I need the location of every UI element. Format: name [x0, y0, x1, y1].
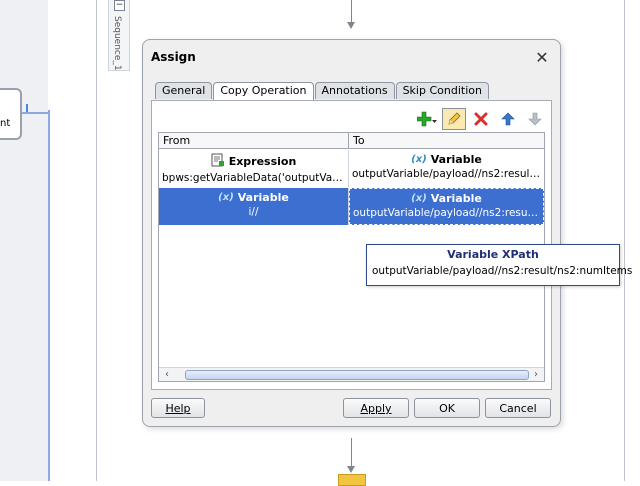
- flow-line-top: [351, 0, 352, 22]
- to-kind-label: Variable: [430, 153, 482, 166]
- move-up-icon[interactable]: [496, 108, 520, 130]
- variable-icon: (x): [218, 192, 234, 203]
- horizontal-scrollbar[interactable]: ‹ ›: [159, 367, 544, 381]
- scope-border-right: [624, 0, 625, 481]
- scope-border-left: [96, 0, 97, 481]
- next-activity-node[interactable]: [338, 474, 366, 486]
- apply-button[interactable]: Apply: [343, 398, 409, 418]
- table-row[interactable]: Expression bpws:getVariableData('outputV…: [159, 150, 544, 187]
- assign-dialog: Assign ✕ General Copy Operation Annotati…: [142, 39, 561, 427]
- column-header-to[interactable]: To: [349, 133, 544, 149]
- connector-line-vertical: [48, 110, 50, 481]
- from-cell[interactable]: Expression bpws:getVariableData('outputV…: [159, 150, 349, 187]
- tab-annotations[interactable]: Annotations: [314, 82, 395, 99]
- from-kind-label: Expression: [228, 155, 297, 168]
- from-cell[interactable]: (x) Variable i//: [159, 188, 349, 225]
- edit-icon[interactable]: [442, 108, 466, 130]
- connector-line-horizontal: [20, 112, 48, 114]
- from-kind-label: Variable: [237, 191, 289, 204]
- to-kind-label: Variable: [430, 192, 482, 205]
- ok-button[interactable]: OK: [414, 398, 480, 418]
- table-row[interactable]: (x) Variable i// (x) Variable outputVari…: [159, 188, 544, 225]
- to-value: outputVariable/payload//ns2:result...: [352, 168, 544, 180]
- expression-icon: [211, 153, 225, 170]
- help-button[interactable]: Help: [151, 398, 205, 418]
- variable-icon: (x): [411, 154, 427, 165]
- activity-node[interactable]: [0, 88, 22, 140]
- tab-general[interactable]: General: [155, 82, 213, 99]
- connector-link-marker: [26, 104, 28, 112]
- collapse-icon[interactable]: −: [114, 0, 125, 11]
- to-cell[interactable]: (x) Variable outputVariable/payload//ns2…: [349, 150, 544, 187]
- scroll-right-icon[interactable]: ›: [530, 368, 542, 381]
- variable-xpath-tooltip: Variable XPath outputVariable/payload//n…: [366, 244, 633, 286]
- to-value: outputVariable/payload//ns2:result...: [353, 207, 543, 219]
- scroll-left-icon[interactable]: ‹: [161, 368, 173, 381]
- tab-copy-operation[interactable]: Copy Operation: [213, 82, 314, 101]
- tooltip-value: outputVariable/payload//ns2:result/ns2:n…: [372, 265, 633, 277]
- close-icon[interactable]: ✕: [534, 50, 550, 66]
- dialog-title: Assign: [151, 50, 196, 64]
- sequence-label: Sequence_1: [112, 16, 122, 71]
- flow-arrow-bottom-icon: [347, 466, 355, 473]
- from-value: bpws:getVariableData('outputVaria...: [162, 172, 348, 184]
- add-dropdown-icon[interactable]: [415, 108, 439, 130]
- move-down-icon[interactable]: [523, 108, 547, 130]
- flow-line-bottom: [351, 438, 352, 466]
- from-value: i//: [248, 206, 259, 218]
- delete-icon[interactable]: [469, 108, 493, 130]
- column-header-from[interactable]: From: [159, 133, 349, 149]
- copy-toolbar: [415, 108, 547, 130]
- to-cell[interactable]: (x) Variable outputVariable/payload//ns2…: [349, 188, 544, 225]
- activity-node-label: nt: [0, 118, 11, 129]
- cancel-button[interactable]: Cancel: [485, 398, 551, 418]
- tooltip-title: Variable XPath: [447, 248, 539, 261]
- tab-bar: General Copy Operation Annotations Skip …: [155, 82, 490, 101]
- scroll-thumb[interactable]: [185, 370, 529, 380]
- flow-arrow-top-icon: [347, 22, 355, 29]
- canvas-left-lane: [0, 0, 49, 481]
- tab-skip-condition[interactable]: Skip Condition: [395, 82, 489, 99]
- variable-icon: (x): [411, 193, 427, 204]
